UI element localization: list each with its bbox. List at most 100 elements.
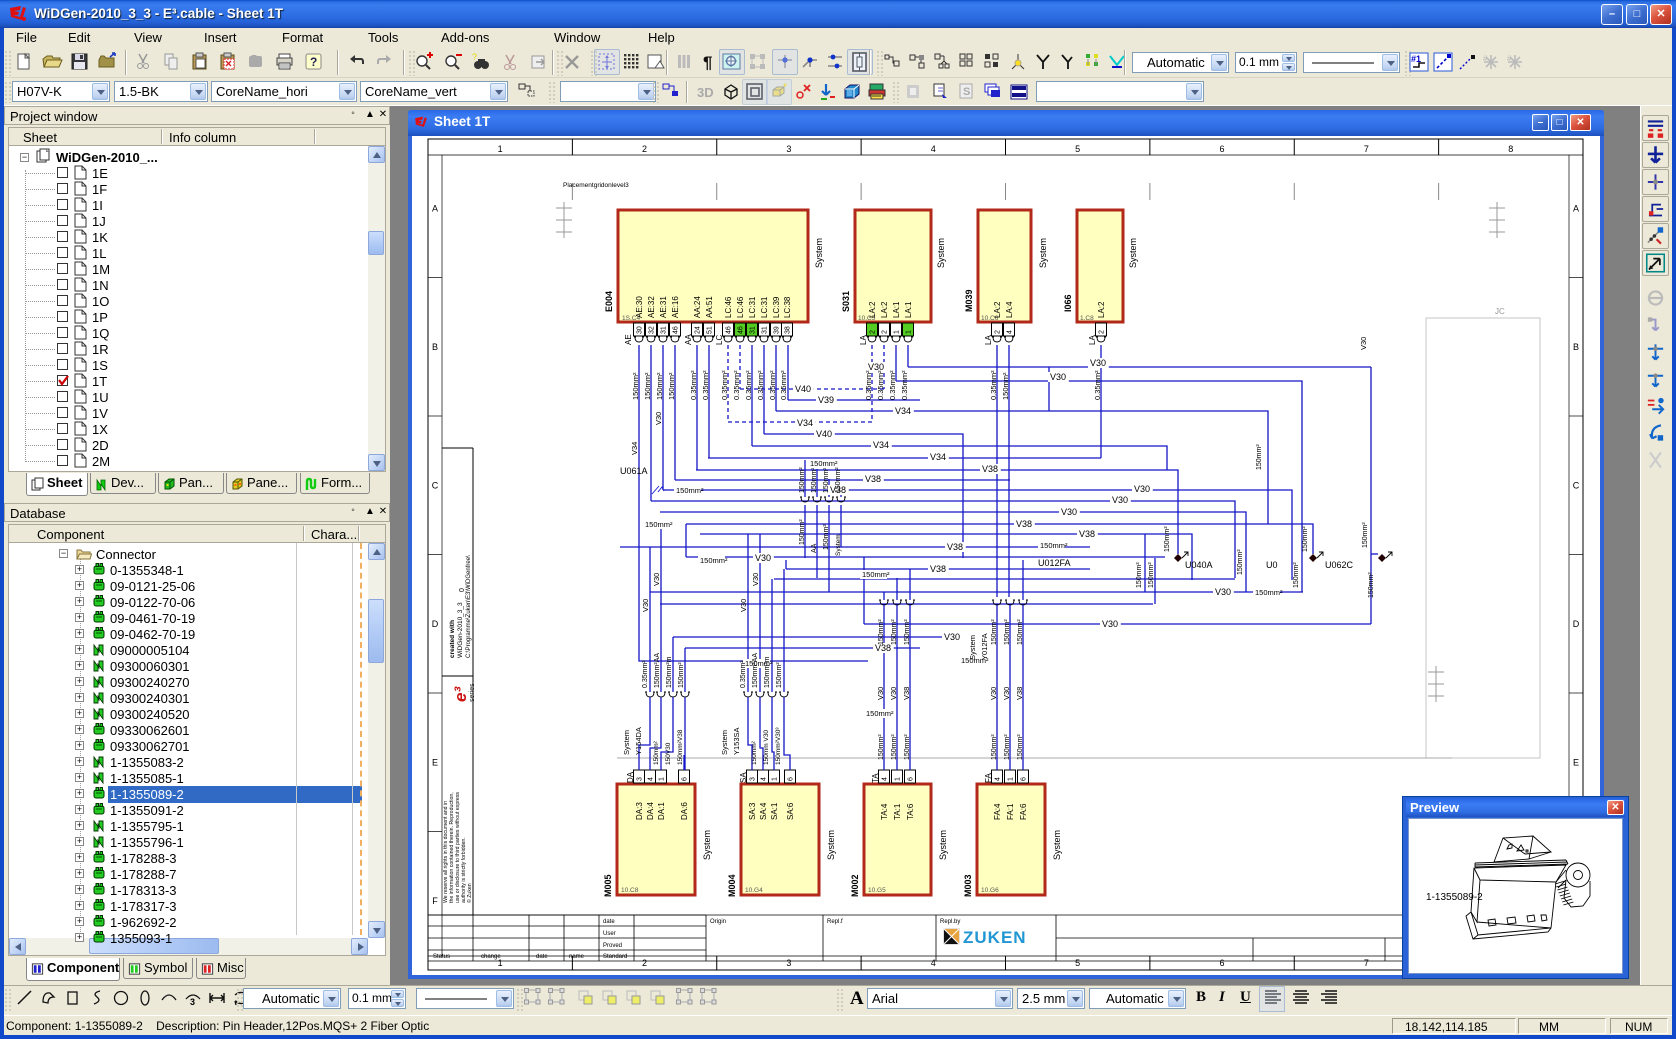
svg-text:System: System (938, 830, 948, 860)
svg-text:2: 2 (882, 330, 889, 334)
svg-text:A: A (1573, 203, 1579, 213)
svg-text:V38: V38 (865, 474, 881, 484)
svg-text:4: 4 (931, 958, 936, 968)
svg-text:V39: V39 (818, 395, 834, 405)
svg-text:V38: V38 (1015, 687, 1024, 700)
svg-text:0: 0 (459, 588, 466, 592)
svg-text:V30: V30 (1215, 587, 1231, 597)
svg-text:150mm²: 150mm² (667, 372, 676, 400)
svg-text:38: 38 (785, 326, 792, 334)
svg-text:M002: M002 (850, 874, 860, 897)
svg-text:150mm²AA: 150mm²AA (752, 653, 759, 688)
svg-text:Y153SA: Y153SA (732, 727, 741, 755)
svg-text:0.35mm²: 0.35mm² (864, 370, 873, 400)
svg-text:150mm²: 150mm² (1362, 522, 1369, 548)
svg-text:46: 46 (673, 326, 680, 334)
svg-text:DA:6: DA:6 (680, 802, 689, 820)
svg-text:LA:2: LA:2 (1097, 301, 1106, 318)
svg-text:System: System (968, 635, 977, 660)
svg-text:TA:4: TA:4 (880, 803, 889, 820)
svg-text:name: name (569, 954, 585, 960)
svg-text:4: 4 (931, 144, 936, 154)
svg-text:2: 2 (1099, 330, 1106, 334)
svg-text:V38: V38 (930, 564, 946, 574)
svg-text:150mm²: 150mm² (1136, 562, 1143, 588)
svg-text:Placementgridonlevel3: Placementgridonlevel3 (563, 182, 629, 189)
svg-text:150mm²: 150mm² (1017, 619, 1024, 645)
svg-text:3: 3 (637, 777, 644, 781)
svg-text:S031: S031 (841, 291, 851, 312)
svg-text:7: 7 (1364, 144, 1369, 154)
svg-text:5: 5 (1075, 958, 1080, 968)
svg-text:0.35mm²: 0.35mm² (642, 660, 649, 688)
svg-text:C: C (1573, 480, 1580, 490)
svg-text:V34: V34 (630, 442, 639, 455)
svg-text:WiDGen-2010_3_3: WiDGen-2010_3_3 (457, 602, 464, 658)
svg-text:DA:1: DA:1 (657, 802, 666, 820)
svg-text:Repl.by: Repl.by (940, 919, 960, 925)
svg-text:150mm²: 150mm² (904, 734, 911, 760)
svg-text:LC:31: LC:31 (748, 296, 757, 318)
svg-text:change: change (481, 954, 501, 960)
svg-text:150mm²: 150mm² (631, 372, 640, 400)
svg-text:?: ? (310, 55, 317, 69)
svg-text:10.C8: 10.C8 (621, 887, 639, 894)
svg-text:LA:1: LA:1 (904, 301, 913, 318)
svg-text:V30: V30 (1359, 337, 1368, 350)
svg-text:System: System (826, 830, 836, 860)
svg-text:4: 4 (761, 777, 768, 781)
svg-text:150mm²: 150mm² (655, 372, 664, 400)
svg-text:150mm²: 150mm² (678, 662, 685, 688)
svg-text:V30: V30 (1134, 484, 1150, 494)
svg-text:V30: V30 (1050, 372, 1066, 382)
svg-text:1: 1 (659, 777, 666, 781)
svg-text:4: 4 (995, 777, 1002, 781)
svg-text:U040A: U040A (1185, 560, 1213, 570)
svg-text:150mm²: 150mm² (991, 619, 998, 645)
svg-text:SA:4: SA:4 (759, 802, 768, 820)
svg-text:150mm²: 150mm² (645, 520, 673, 529)
svg-text:DA: DA (626, 771, 635, 783)
svg-text:LA:1: LA:1 (892, 301, 901, 318)
svg-text:150mm²: 150mm² (799, 467, 806, 493)
svg-text:4: 4 (882, 777, 889, 781)
svg-text:32: 32 (649, 326, 656, 334)
svg-text:series: series (469, 683, 476, 702)
svg-text:150mm²V38: 150mm²V38 (677, 729, 684, 765)
svg-text:LC:31: LC:31 (760, 296, 769, 318)
svg-text:5: 5 (1075, 144, 1080, 154)
svg-text:LC:46: LC:46 (724, 296, 733, 318)
svg-text:date: date (603, 919, 615, 925)
svg-text:B: B (432, 342, 438, 352)
svg-text:0.35mm²: 0.35mm² (732, 370, 741, 400)
svg-text:Proved: Proved (603, 943, 622, 949)
svg-text:DA:3: DA:3 (635, 802, 644, 820)
svg-text:1.C8: 1.C8 (1080, 315, 1094, 322)
svg-text:150mm²: 150mm² (700, 556, 728, 565)
svg-text:System: System (702, 830, 712, 860)
svg-text:1: 1 (894, 330, 901, 334)
svg-text:date: date (536, 954, 548, 960)
svg-text:3: 3 (786, 958, 791, 968)
svg-text:FA:1: FA:1 (1006, 803, 1015, 820)
svg-text:SA:6: SA:6 (786, 802, 795, 820)
svg-text:4: 4 (648, 777, 655, 781)
svg-text:D: D (1573, 619, 1580, 629)
svg-text:System: System (622, 730, 631, 755)
svg-text:AE:31: AE:31 (659, 296, 668, 318)
svg-text:0.35mm²: 0.35mm² (876, 370, 885, 400)
svg-text:150mm²: 150mm² (1017, 734, 1024, 760)
svg-text:150mm V30: 150mm V30 (763, 730, 770, 765)
svg-text:2: 2 (995, 330, 1002, 334)
svg-text:C: C (432, 480, 439, 490)
svg-text:0.35mm²: 0.35mm² (900, 370, 909, 400)
svg-text:#: # (1507, 54, 1512, 63)
svg-text:U0: U0 (1266, 560, 1278, 570)
svg-text:Status: Status (433, 954, 450, 960)
svg-text:Origin: Origin (710, 919, 726, 925)
svg-text:3: 3 (750, 777, 757, 781)
svg-text:V30: V30 (1090, 358, 1106, 368)
svg-text:?: ? (472, 52, 477, 62)
svg-text:150mm²: 150mm² (1237, 549, 1244, 575)
svg-text:1: 1 (772, 777, 779, 781)
